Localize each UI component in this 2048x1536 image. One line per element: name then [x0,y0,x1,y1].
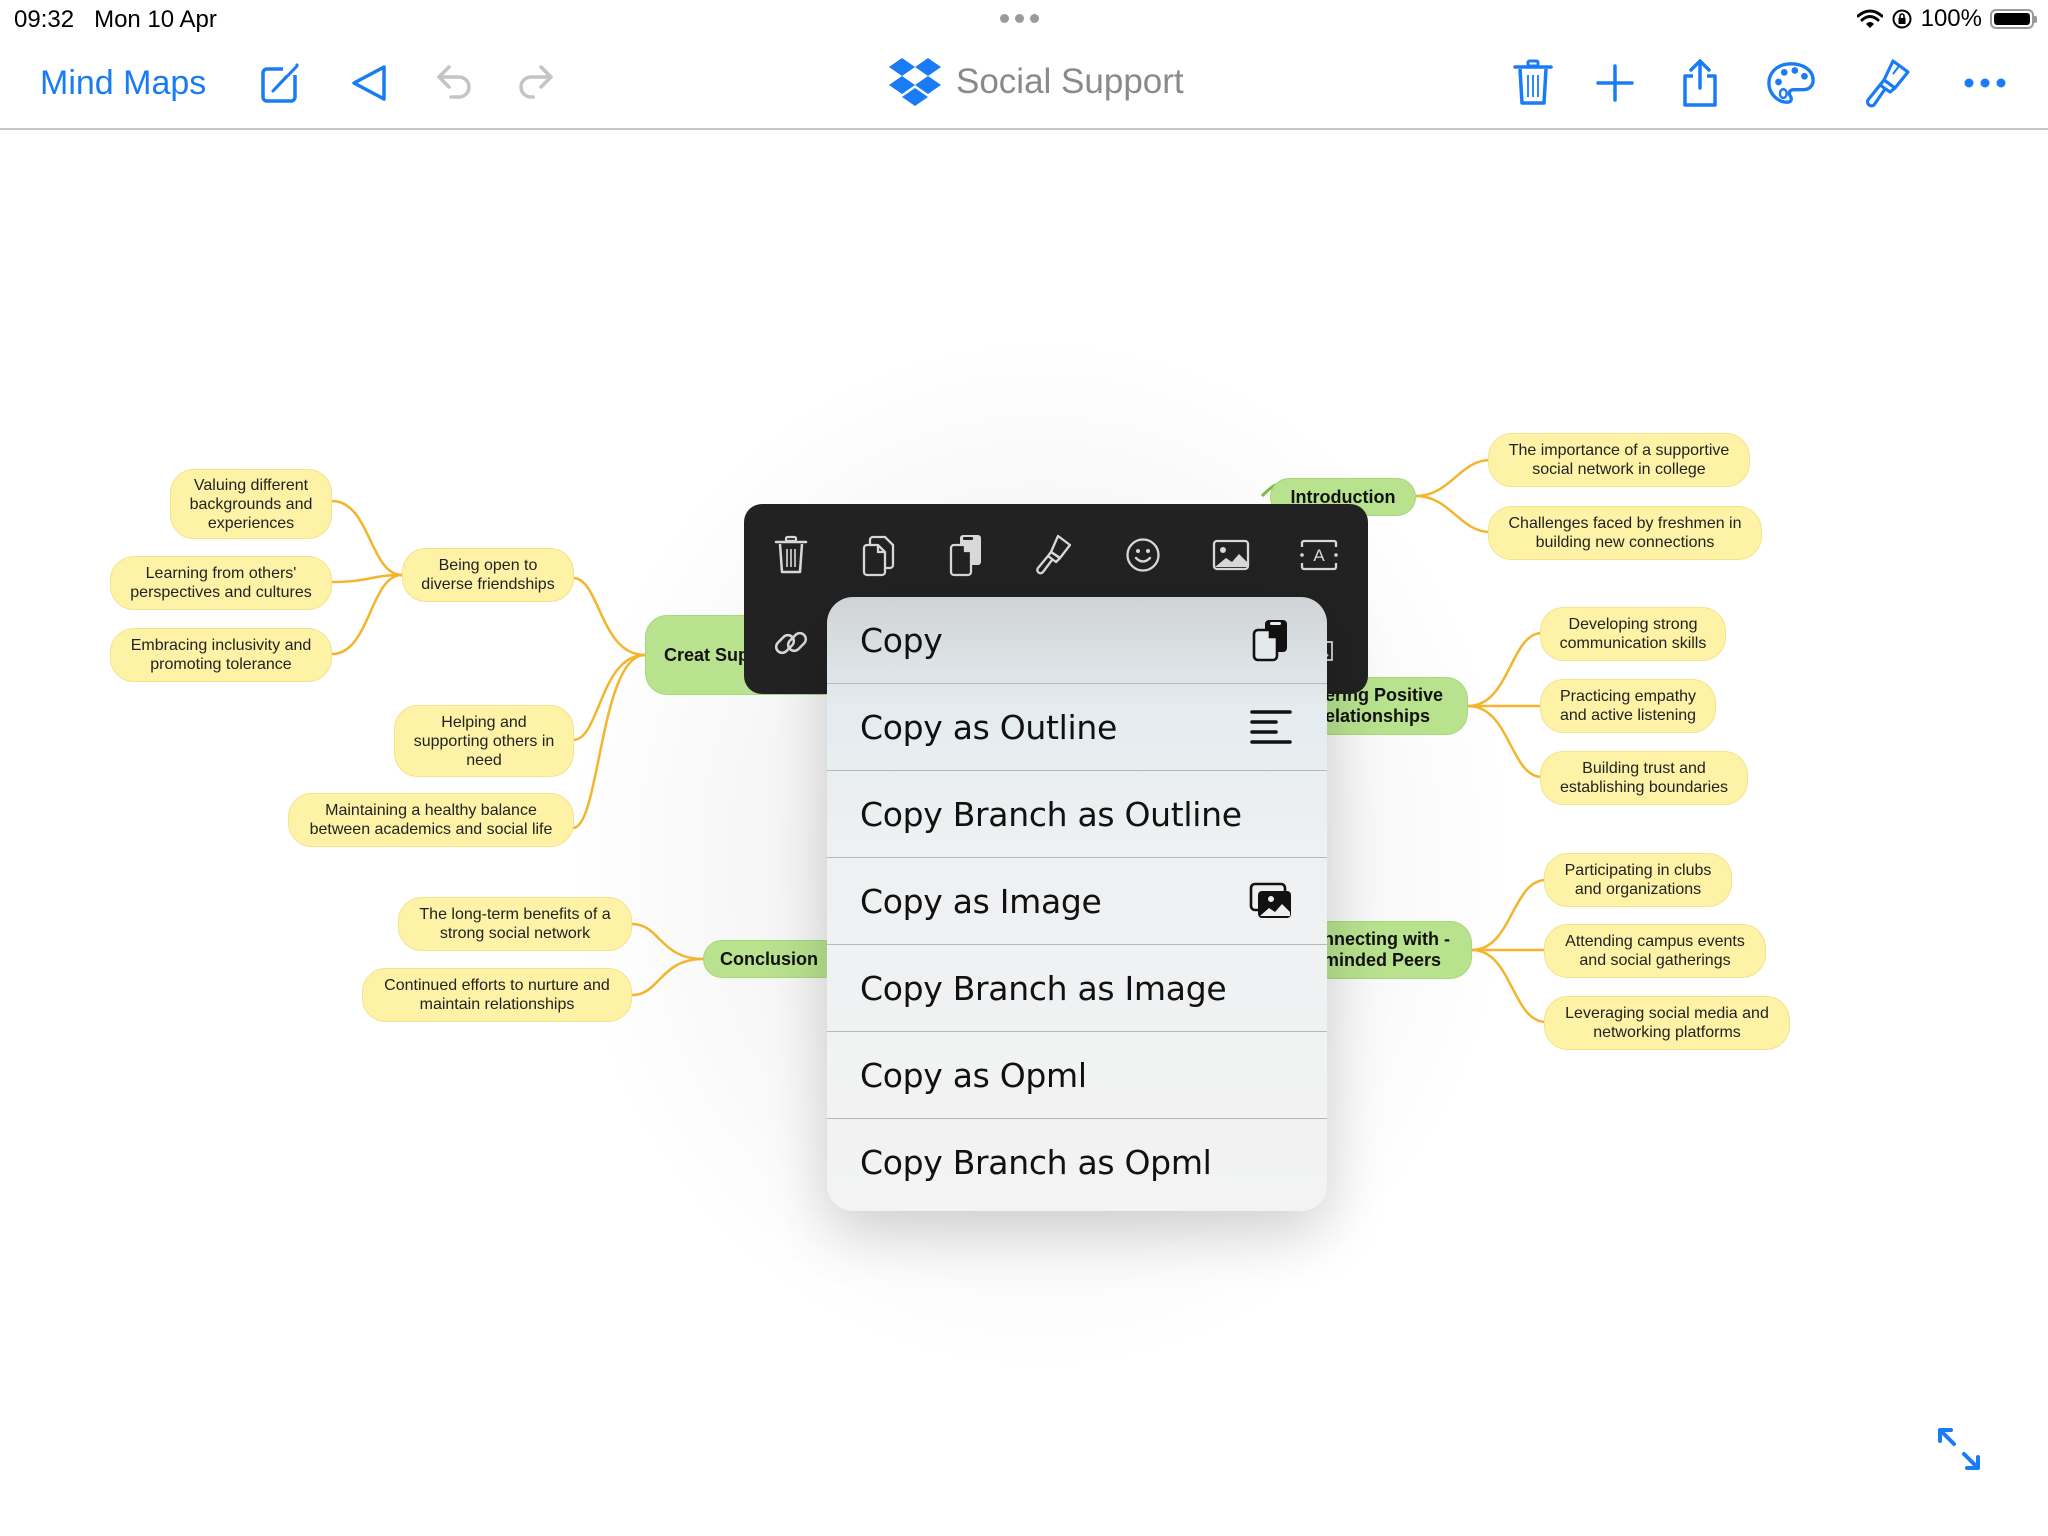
node-intro-challenges[interactable]: Challenges faced by freshmen in building… [1488,506,1762,560]
copy-icon [949,535,981,577]
link-icon [774,631,808,655]
emoji-icon [1126,538,1160,572]
expand-icon [1938,1428,1980,1470]
link [572,576,646,657]
node-continued-efforts[interactable]: Continued efforts to nurture and maintai… [362,968,632,1022]
delete-node-button[interactable] [766,530,816,580]
copy-icon [1249,618,1293,662]
node-embracing-inclusivity[interactable]: Embracing inclusivity and promoting tole… [110,628,332,682]
menu-item-copy-as-opml[interactable]: Copy as Opml [827,1032,1327,1119]
text-box-button[interactable]: A [1294,530,1344,580]
menu-item-label: Copy as Image [860,881,1102,921]
copy-button[interactable] [941,530,991,580]
menu-item-label: Copy as Opml [860,1055,1087,1095]
insert-image-button[interactable] [1206,530,1256,580]
node-healthy-balance[interactable]: Maintaining a healthy balance between ac… [288,793,574,847]
fullscreen-button[interactable] [1934,1424,1984,1474]
menu-item-label: Copy Branch as Image [860,968,1227,1008]
link [1467,704,1543,779]
link [572,653,646,742]
outline-icon [1249,705,1293,749]
link-button[interactable] [766,618,816,668]
node-conclusion[interactable]: Conclusion [703,940,843,978]
link [631,957,704,997]
duplicate-button[interactable] [854,530,904,580]
duplicate-icon [862,535,895,577]
menu-item-label: Copy Branch as Outline [860,794,1242,834]
text-box-icon: A [1300,539,1338,571]
menu-item-label: Copy as Outline [860,707,1117,747]
format-style-button[interactable] [1028,530,1078,580]
link [1415,458,1491,498]
node-empathy-listening[interactable]: Practicing empathy and active listening [1540,679,1716,733]
node-communication-skills[interactable]: Developing strong communication skills [1540,607,1726,661]
menu-item-copy-branch-as-outline[interactable]: Copy Branch as Outline [827,771,1327,858]
menu-item-copy-branch-as-opml[interactable]: Copy Branch as Opml [827,1119,1327,1206]
menu-item-label: Copy [860,620,943,660]
link [631,922,704,961]
link [1467,631,1543,708]
menu-item-copy[interactable]: Copy [827,597,1327,684]
menu-item-label: Copy Branch as Opml [860,1143,1212,1182]
trash-icon [774,535,808,574]
node-valuing-backgrounds[interactable]: Valuing different backgrounds and experi… [170,469,332,539]
link [1415,494,1491,534]
node-intro-importance[interactable]: The importance of a supportive social ne… [1488,433,1750,487]
node-learning-perspectives[interactable]: Learning from others' perspectives and c… [110,556,332,610]
node-diverse-friendships[interactable]: Being open to diverse friendships [402,548,574,602]
menu-item-copy-branch-as-image[interactable]: Copy Branch as Image [827,945,1327,1032]
link [331,499,403,577]
node-helping-others[interactable]: Helping and supporting others in need [394,705,574,777]
svg-text:A: A [1313,546,1325,565]
image-icon [1212,539,1250,571]
link [1471,948,1547,1024]
node-trust-boundaries[interactable]: Building trust and establishing boundari… [1540,751,1748,805]
node-long-term-benefits[interactable]: The long-term benefits of a strong socia… [398,897,632,951]
menu-item-copy-as-outline[interactable]: Copy as Outline [827,684,1327,771]
emoji-button[interactable] [1118,530,1168,580]
link [331,573,403,656]
node-clubs-organizations[interactable]: Participating in clubs and organizations [1544,853,1732,907]
node-social-media[interactable]: Leveraging social media and networking p… [1544,996,1790,1050]
copy-context-menu: Copy Copy as Outline Copy Branch as Outl… [827,597,1327,1211]
images-icon [1249,879,1293,923]
node-campus-events[interactable]: Attending campus events and social gathe… [1544,924,1766,978]
menu-item-copy-as-image[interactable]: Copy as Image [827,858,1327,945]
link [1471,878,1547,952]
brush-icon [1036,534,1072,575]
